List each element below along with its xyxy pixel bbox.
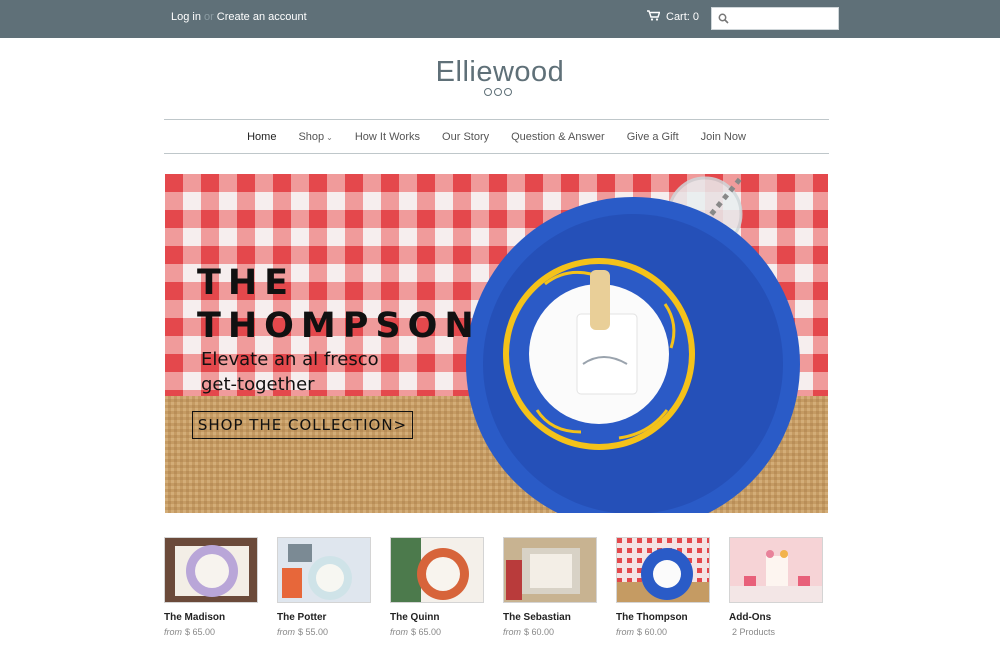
product-price: from $ 65.00 bbox=[164, 627, 216, 637]
nav-item-question-answer[interactable]: Question & Answer bbox=[511, 131, 605, 143]
cart-link[interactable]: Cart: 0 bbox=[647, 10, 699, 24]
main-nav: Home Shop ⌄ How It Works Our Story Questi… bbox=[164, 119, 829, 154]
product-thumbnail[interactable] bbox=[277, 537, 371, 603]
product-price: from $ 55.00 bbox=[277, 627, 329, 637]
product-price: from $ 60.00 bbox=[616, 627, 668, 637]
logo-mark-icon bbox=[484, 88, 512, 96]
login-link[interactable]: Log in bbox=[171, 11, 201, 23]
hero-title: THE THOMPSON bbox=[197, 263, 481, 346]
search-icon bbox=[718, 13, 729, 24]
product-thumbnail[interactable] bbox=[503, 537, 597, 603]
product-card[interactable]: The Thompson from $ 60.00 bbox=[616, 537, 710, 637]
cart-label: Cart: 0 bbox=[666, 11, 700, 23]
product-name[interactable]: Add-Ons bbox=[729, 612, 823, 623]
product-card[interactable]: The Quinn from $ 65.00 bbox=[390, 537, 484, 637]
brand-logo[interactable]: Elliewood bbox=[0, 56, 1000, 89]
product-card[interactable]: The Sebastian from $ 60.00 bbox=[503, 537, 597, 637]
or-text: or bbox=[203, 11, 214, 23]
create-account-link[interactable]: Create an account bbox=[217, 11, 307, 23]
product-name[interactable]: The Potter bbox=[277, 612, 371, 623]
product-thumbnail[interactable] bbox=[616, 537, 710, 603]
chevron-down-icon: ⌄ bbox=[326, 132, 333, 142]
product-name[interactable]: The Sebastian bbox=[503, 612, 597, 623]
product-name[interactable]: The Thompson bbox=[616, 612, 710, 623]
nav-item-our-story[interactable]: Our Story bbox=[442, 131, 489, 143]
account-links: Log in or Create an account bbox=[171, 11, 307, 23]
shop-collection-button[interactable]: SHOP THE COLLECTION> bbox=[192, 411, 413, 439]
product-thumbnail[interactable] bbox=[390, 537, 484, 603]
product-card[interactable]: The Potter from $ 55.00 bbox=[277, 537, 371, 637]
product-name[interactable]: The Madison bbox=[164, 612, 258, 623]
nav-item-shop[interactable]: Shop ⌄ bbox=[298, 131, 332, 143]
top-bar: Log in or Create an account Cart: 0 bbox=[0, 0, 1000, 38]
product-thumbnail[interactable] bbox=[729, 537, 823, 603]
nav-item-how-it-works[interactable]: How It Works bbox=[355, 131, 420, 143]
product-card[interactable]: Add-Ons 2 Products bbox=[729, 537, 823, 637]
search-box bbox=[711, 7, 839, 30]
nav-item-join-now[interactable]: Join Now bbox=[701, 131, 746, 143]
nav-item-give-a-gift[interactable]: Give a Gift bbox=[627, 131, 679, 143]
nav-item-home[interactable]: Home bbox=[247, 131, 276, 143]
hero-subtitle: Elevate an al fresco get-together bbox=[201, 349, 379, 395]
search-input[interactable] bbox=[733, 8, 833, 29]
hero-banner[interactable]: THE THOMPSON Elevate an al fresco get-to… bbox=[165, 174, 828, 513]
product-thumbnail[interactable] bbox=[164, 537, 258, 603]
cart-icon bbox=[647, 10, 661, 24]
product-price: from $ 60.00 bbox=[503, 627, 555, 637]
product-price: from $ 65.00 bbox=[390, 627, 442, 637]
product-name[interactable]: The Quinn bbox=[390, 612, 484, 623]
product-price: 2 Products bbox=[732, 627, 776, 637]
product-card[interactable]: The Madison from $ 65.00 bbox=[164, 537, 258, 637]
product-grid: The Madison from $ 65.00 The Potter from $… bbox=[164, 537, 829, 642]
